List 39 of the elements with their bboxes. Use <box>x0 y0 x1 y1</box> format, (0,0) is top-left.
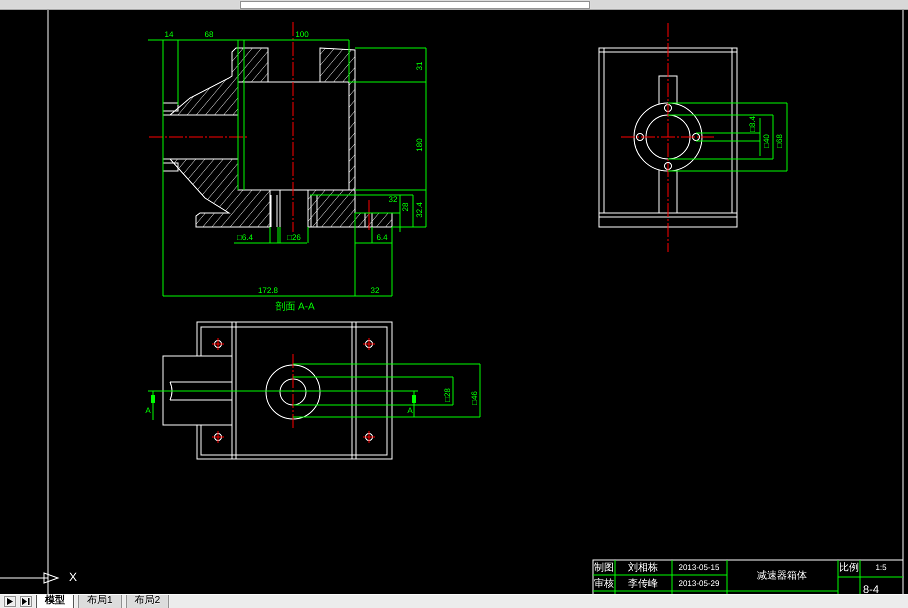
person-name: 刘相栋 <box>628 562 658 574</box>
dimension-text: 14 <box>164 30 174 40</box>
layout-tab[interactable]: 布局2 <box>126 594 170 608</box>
dimension-text: □6.4 <box>237 233 253 242</box>
ucs-icon <box>0 572 60 584</box>
dimension-text: □28 <box>443 388 452 402</box>
field-label: 制图 <box>594 562 614 574</box>
dimension-text: 6.4 <box>376 233 388 242</box>
layout-tab[interactable]: 布局1 <box>78 594 122 608</box>
section-mark: A <box>145 406 151 416</box>
dimension-text: 32 <box>370 286 380 296</box>
dimension-text: □46 <box>470 391 480 405</box>
dimension-text: □8.4 <box>748 116 758 132</box>
dimension-text: □68 <box>775 134 784 148</box>
command-field[interactable] <box>240 1 590 9</box>
date-text: 2013-05-29 <box>678 579 720 588</box>
field-label: 审核 <box>594 578 614 590</box>
field-label: 比例 <box>839 562 859 574</box>
nav-next-icon[interactable] <box>4 596 16 606</box>
date-text: 2013-05-15 <box>678 563 720 572</box>
dimension-text: 172.8 <box>258 286 278 296</box>
part-name: 减速器箱体 <box>757 570 807 582</box>
layout-tab[interactable]: 模型 <box>36 594 74 608</box>
dimension-text: 180 <box>415 138 424 152</box>
nav-last-icon[interactable] <box>20 596 32 606</box>
dimension-text: 68 <box>204 30 214 40</box>
dimension-text: 31 <box>415 62 424 70</box>
dimension-text: 32 <box>388 195 398 204</box>
dimension-text: 100 <box>295 30 309 40</box>
dimension-text: 32.4 <box>415 202 424 218</box>
drawing-number: 8-4 <box>863 584 879 594</box>
person-name: 李传峰 <box>628 578 658 590</box>
section-mark: A <box>407 406 413 416</box>
dimension-text: □26 <box>287 233 301 242</box>
view-caption: 剖面 A-A <box>275 302 315 313</box>
axis-label: X <box>69 570 77 584</box>
dimension-text: □40 <box>762 134 772 148</box>
scale-value: 1:5 <box>875 563 887 572</box>
dimension-text: 28 <box>401 202 410 212</box>
